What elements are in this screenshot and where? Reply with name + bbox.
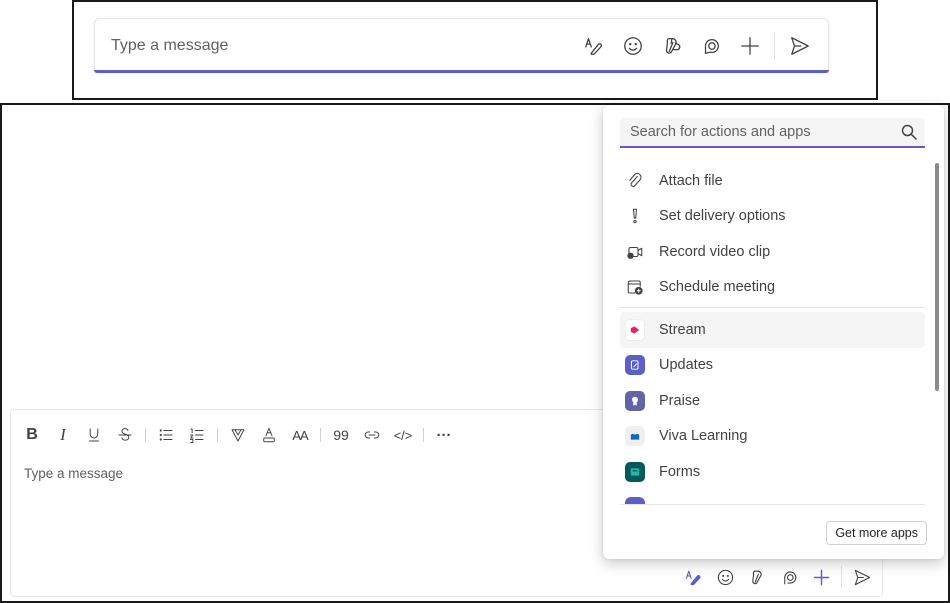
- actions-apps-popup: Attach file Set delivery options Record …: [603, 105, 944, 559]
- insert-link-button[interactable]: [361, 424, 383, 446]
- font-size-button[interactable]: AA: [289, 424, 311, 446]
- action-schedule-meeting[interactable]: Schedule meeting: [620, 270, 925, 306]
- toolbar-divider: [841, 566, 842, 588]
- action-attach-file[interactable]: Attach file: [620, 163, 925, 199]
- actions-list: Attach file Set delivery options Record …: [620, 163, 925, 490]
- format-icon[interactable]: [681, 565, 705, 589]
- get-more-apps-button[interactable]: Get more apps: [826, 521, 927, 545]
- search-input[interactable]: [630, 124, 890, 140]
- calendar-add-icon: [625, 277, 645, 297]
- footer-divider: [620, 504, 925, 505]
- plus-icon[interactable]: [736, 32, 764, 60]
- popup-scrollbar[interactable]: [935, 163, 939, 391]
- app-viva-learning[interactable]: Viva Learning: [620, 419, 925, 455]
- toolbar-divider: [145, 428, 146, 442]
- format-toolbar: B I AA 99 </> ···: [21, 424, 464, 446]
- plus-icon[interactable]: [809, 565, 833, 589]
- toolbar-divider: [320, 428, 321, 442]
- emoji-icon[interactable]: [619, 32, 647, 60]
- compose-actions: [673, 564, 874, 590]
- compose-actions: [569, 32, 814, 60]
- app-updates[interactable]: Updates: [620, 348, 925, 384]
- app-forms[interactable]: Forms: [620, 454, 925, 490]
- font-color-button[interactable]: [258, 424, 280, 446]
- message-placeholder[interactable]: Type a message: [111, 37, 228, 55]
- italic-button[interactable]: I: [52, 424, 74, 446]
- underline-button[interactable]: [83, 424, 105, 446]
- expanded-composer-frame: B I AA 99 </> ··· Type a message Search …: [0, 103, 950, 603]
- paperclip-icon: [625, 171, 645, 191]
- send-icon[interactable]: [786, 32, 814, 60]
- highlight-button[interactable]: [227, 424, 249, 446]
- send-icon[interactable]: [850, 565, 874, 589]
- praise-icon: [625, 390, 645, 411]
- stream-icon: [625, 318, 645, 341]
- toolbar-divider: [423, 428, 424, 442]
- message-placeholder[interactable]: Type a message: [24, 466, 123, 481]
- video-clip-icon: [625, 242, 645, 262]
- compact-message-box[interactable]: Type a message: [94, 18, 829, 73]
- action-record-video-clip[interactable]: Record video clip: [620, 234, 925, 270]
- search-icon[interactable]: [901, 124, 917, 140]
- toolbar-divider: [774, 33, 775, 59]
- copilot-icon[interactable]: [697, 32, 725, 60]
- format-icon[interactable]: [580, 32, 608, 60]
- loop-icon[interactable]: [658, 32, 686, 60]
- copilot-icon[interactable]: [777, 565, 801, 589]
- updates-icon: [625, 355, 645, 376]
- action-set-delivery-options[interactable]: Set delivery options: [620, 199, 925, 235]
- bold-button[interactable]: B: [21, 424, 43, 446]
- more-options-button[interactable]: ···: [433, 424, 455, 446]
- forms-icon: [625, 461, 645, 482]
- quote-button[interactable]: 99: [330, 424, 352, 446]
- viva-learning-icon: [625, 426, 645, 447]
- toolbar-divider: [217, 428, 218, 442]
- compact-composer-frame: Type a message: [72, 0, 878, 100]
- search-box[interactable]: [620, 118, 925, 148]
- strikethrough-button[interactable]: [114, 424, 136, 446]
- loop-icon[interactable]: [745, 565, 769, 589]
- exclamation-icon: [625, 206, 645, 226]
- numbered-list-button[interactable]: [186, 424, 208, 446]
- code-snippet-button[interactable]: </>: [392, 424, 414, 446]
- section-divider: [620, 307, 925, 308]
- app-praise[interactable]: Praise: [620, 383, 925, 419]
- emoji-icon[interactable]: [713, 565, 737, 589]
- bulleted-list-button[interactable]: [155, 424, 177, 446]
- app-stream[interactable]: Stream: [620, 312, 925, 348]
